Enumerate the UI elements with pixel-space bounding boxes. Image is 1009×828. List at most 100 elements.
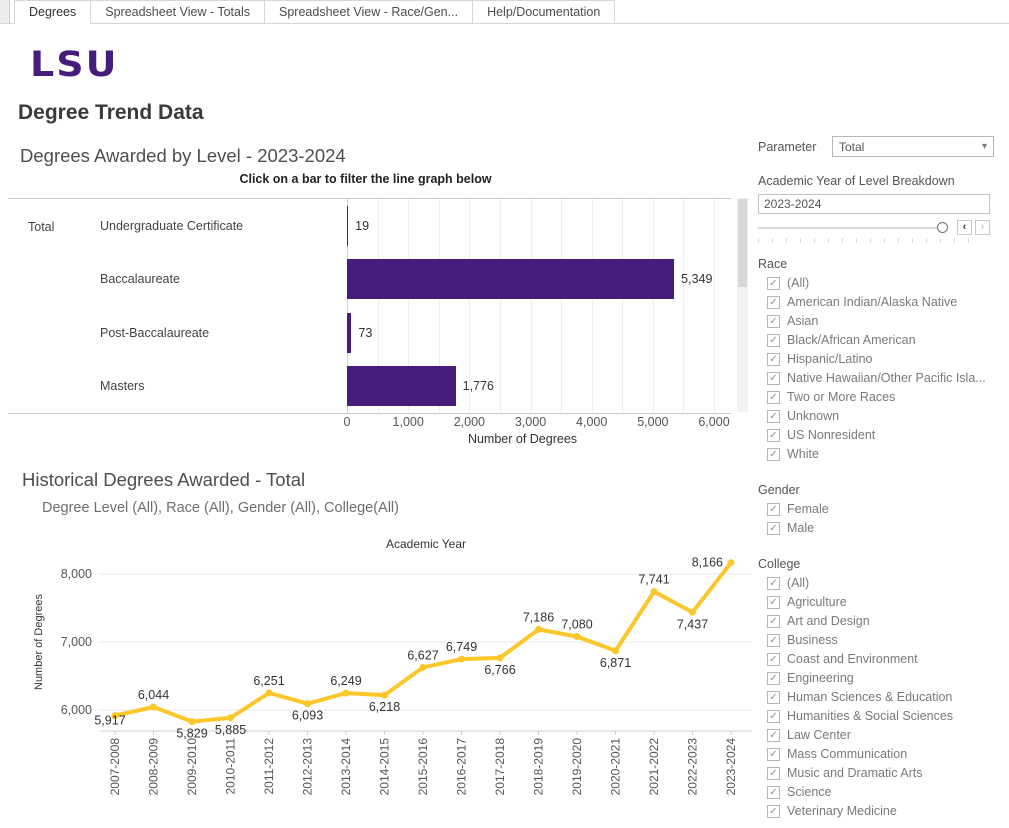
data-point-2012-2013[interactable] (304, 700, 311, 707)
data-point-2017-2018[interactable] (497, 654, 504, 661)
checkbox-all[interactable]: ✓(All) (767, 276, 1004, 290)
bar-category-label: Post-Baccalaureate (100, 326, 209, 340)
checkbox-icon: ✓ (767, 691, 780, 704)
checkbox-agriculture[interactable]: ✓Agriculture (767, 595, 1004, 609)
svg-text:2016-2017: 2016-2017 (455, 738, 469, 796)
checkbox-law-center[interactable]: ✓Law Center (767, 728, 1004, 742)
data-point-2022-2023[interactable] (689, 609, 696, 616)
bar-value-label: 19 (355, 219, 369, 233)
bar-category-label: Undergraduate Certificate (100, 219, 243, 233)
checkbox-two-or-more-races[interactable]: ✓Two or More Races (767, 390, 1004, 404)
svg-text:2011-2012: 2011-2012 (262, 738, 276, 795)
checkbox-icon: ✓ (767, 653, 780, 666)
checkbox-coast-and-environment[interactable]: ✓ Coast and Environment (767, 652, 1004, 666)
svg-text:2007-2008: 2007-2008 (108, 738, 122, 796)
tab-spreadsheet-view-race-gen[interactable]: Spreadsheet View - Race/Gen... (264, 0, 473, 24)
checkbox-hispanic-latino[interactable]: ✓Hispanic/Latino (767, 352, 1004, 366)
checkbox-white[interactable]: ✓White (767, 447, 1004, 461)
data-point-2014-2015[interactable] (381, 692, 388, 699)
data-point-2009-2010[interactable] (189, 718, 196, 725)
x-tick-label: 3,000 (515, 415, 546, 429)
checkbox-female[interactable]: ✓Female (767, 502, 1004, 516)
scrollbar-thumb[interactable] (738, 199, 747, 287)
x-tick-label: 2023-2024 (724, 738, 738, 796)
parameter-dropdown[interactable]: Total ▾ (832, 136, 994, 157)
data-point-2020-2021[interactable] (612, 647, 619, 654)
checkbox-male[interactable]: ✓Male (767, 521, 1004, 535)
checkbox-all[interactable]: ✓(All) (767, 576, 1004, 590)
checkbox-science[interactable]: ✓Science (767, 785, 1004, 799)
x-tick-label: 2021-2022 (647, 738, 661, 796)
checkbox-icon: ✓ (767, 767, 780, 780)
slider-next-button[interactable]: › (975, 220, 990, 235)
svg-text:2010-2011: 2010-2011 (224, 738, 238, 795)
tab-degrees[interactable]: Degrees (14, 0, 91, 24)
slider-prev-button[interactable]: ‹ (957, 220, 972, 235)
data-point-label: 8,166 (692, 556, 723, 570)
checkbox-label: Music and Dramatic Arts (787, 766, 922, 780)
checkbox-label: Science (787, 785, 831, 799)
line-chart: 6,0007,0008,000Academic YearNumber of De… (0, 535, 760, 828)
checkbox-engineering[interactable]: ✓Engineering (767, 671, 1004, 685)
checkbox-native-hawaiian-other-pacific-isla[interactable]: ✓Native Hawaiian/Other Pacific Isla... (767, 371, 1004, 385)
lsu-logo: LSU (30, 44, 118, 84)
checkbox-icon: ✓ (767, 748, 780, 761)
year-slider-track[interactable] (758, 227, 946, 229)
checkbox-icon: ✓ (767, 334, 780, 347)
bar-chart-scrollbar[interactable] (737, 198, 748, 412)
bar-undergraduate-certificate[interactable] (347, 206, 348, 246)
data-point-label: 6,627 (407, 648, 438, 662)
checkbox-us-nonresident[interactable]: ✓ US Nonresident (767, 428, 1004, 442)
svg-text:2009-2010: 2009-2010 (185, 738, 199, 796)
tab-strip-edge (0, 0, 10, 23)
data-point-2018-2019[interactable] (535, 626, 542, 633)
checkbox-label: (All) (787, 276, 809, 290)
checkbox-mass-communication[interactable]: ✓Mass Communication (767, 747, 1004, 761)
checkbox-label: Business (787, 633, 838, 647)
bar-post-baccalaureate[interactable] (347, 313, 351, 353)
data-point-2015-2016[interactable] (420, 664, 427, 671)
svg-text:2022-2023: 2022-2023 (686, 738, 700, 796)
data-point-2021-2022[interactable] (651, 588, 658, 595)
year-slider-handle[interactable] (937, 222, 948, 233)
data-point-2008-2009[interactable] (150, 704, 157, 711)
parameter-label: Parameter (758, 140, 828, 154)
svg-text:2012-2013: 2012-2013 (301, 738, 315, 796)
data-point-2016-2017[interactable] (458, 656, 465, 663)
data-point-2023-2024[interactable] (728, 559, 735, 566)
x-tick-label: 2008-2009 (147, 738, 161, 796)
checkbox-music-and-dramatic-arts[interactable]: ✓ Music and Dramatic Arts (767, 766, 1004, 780)
tab-spreadsheet-view-totals[interactable]: Spreadsheet View - Totals (90, 0, 265, 24)
checkbox-unknown[interactable]: ✓Unknown (767, 409, 1004, 423)
bar-row-undergraduate-certificate: Undergraduate Certificate 19 (8, 199, 731, 253)
checkbox-asian[interactable]: ✓Asian (767, 314, 1004, 328)
tab-help-documentation[interactable]: Help/Documentation (472, 0, 615, 24)
svg-text:Number of Degrees: Number of Degrees (33, 594, 45, 690)
bar-baccalaureate[interactable] (347, 259, 674, 299)
checkbox-black-african-american[interactable]: ✓ Black/African American (767, 333, 1004, 347)
checkbox-american-indian-alaska-native[interactable]: ✓American Indian/Alaska Native (767, 295, 1004, 309)
data-point-2011-2012[interactable] (266, 689, 273, 696)
data-point-2019-2020[interactable] (574, 633, 581, 640)
bar-row-masters: Masters1,776 (8, 360, 731, 414)
data-point-2013-2014[interactable] (343, 690, 350, 697)
checkbox-icon: ✓ (767, 429, 780, 442)
checkbox-human-sciences-education[interactable]: ✓Human Sciences & Education (767, 690, 1004, 704)
page-title: Degree Trend Data (18, 101, 204, 125)
data-point-label: 6,749 (446, 640, 477, 654)
checkbox-art-and-design[interactable]: ✓Art and Design (767, 614, 1004, 628)
checkbox-label: Coast and Environment (787, 652, 918, 666)
checkbox-label: Black/African American (787, 333, 916, 347)
bar-category-label: Baccalaureate (100, 272, 180, 286)
data-point-label: 5,917 (94, 714, 125, 728)
year-input[interactable] (758, 194, 990, 214)
checkbox-label: US Nonresident (787, 428, 875, 442)
svg-text:2014-2015: 2014-2015 (378, 738, 392, 796)
x-tick-label: 5,000 (637, 415, 668, 429)
checkbox-veterinary-medicine[interactable]: ✓Veterinary Medicine (767, 804, 1004, 818)
bar-row-post-baccalaureate: Post-Baccalaureate73 (8, 306, 731, 360)
checkbox-humanities-social-sciences[interactable]: ✓Humanities & Social Sciences (767, 709, 1004, 723)
checkbox-business[interactable]: ✓Business (767, 633, 1004, 647)
bar-masters[interactable] (347, 366, 456, 406)
data-point-2010-2011[interactable] (227, 714, 234, 721)
